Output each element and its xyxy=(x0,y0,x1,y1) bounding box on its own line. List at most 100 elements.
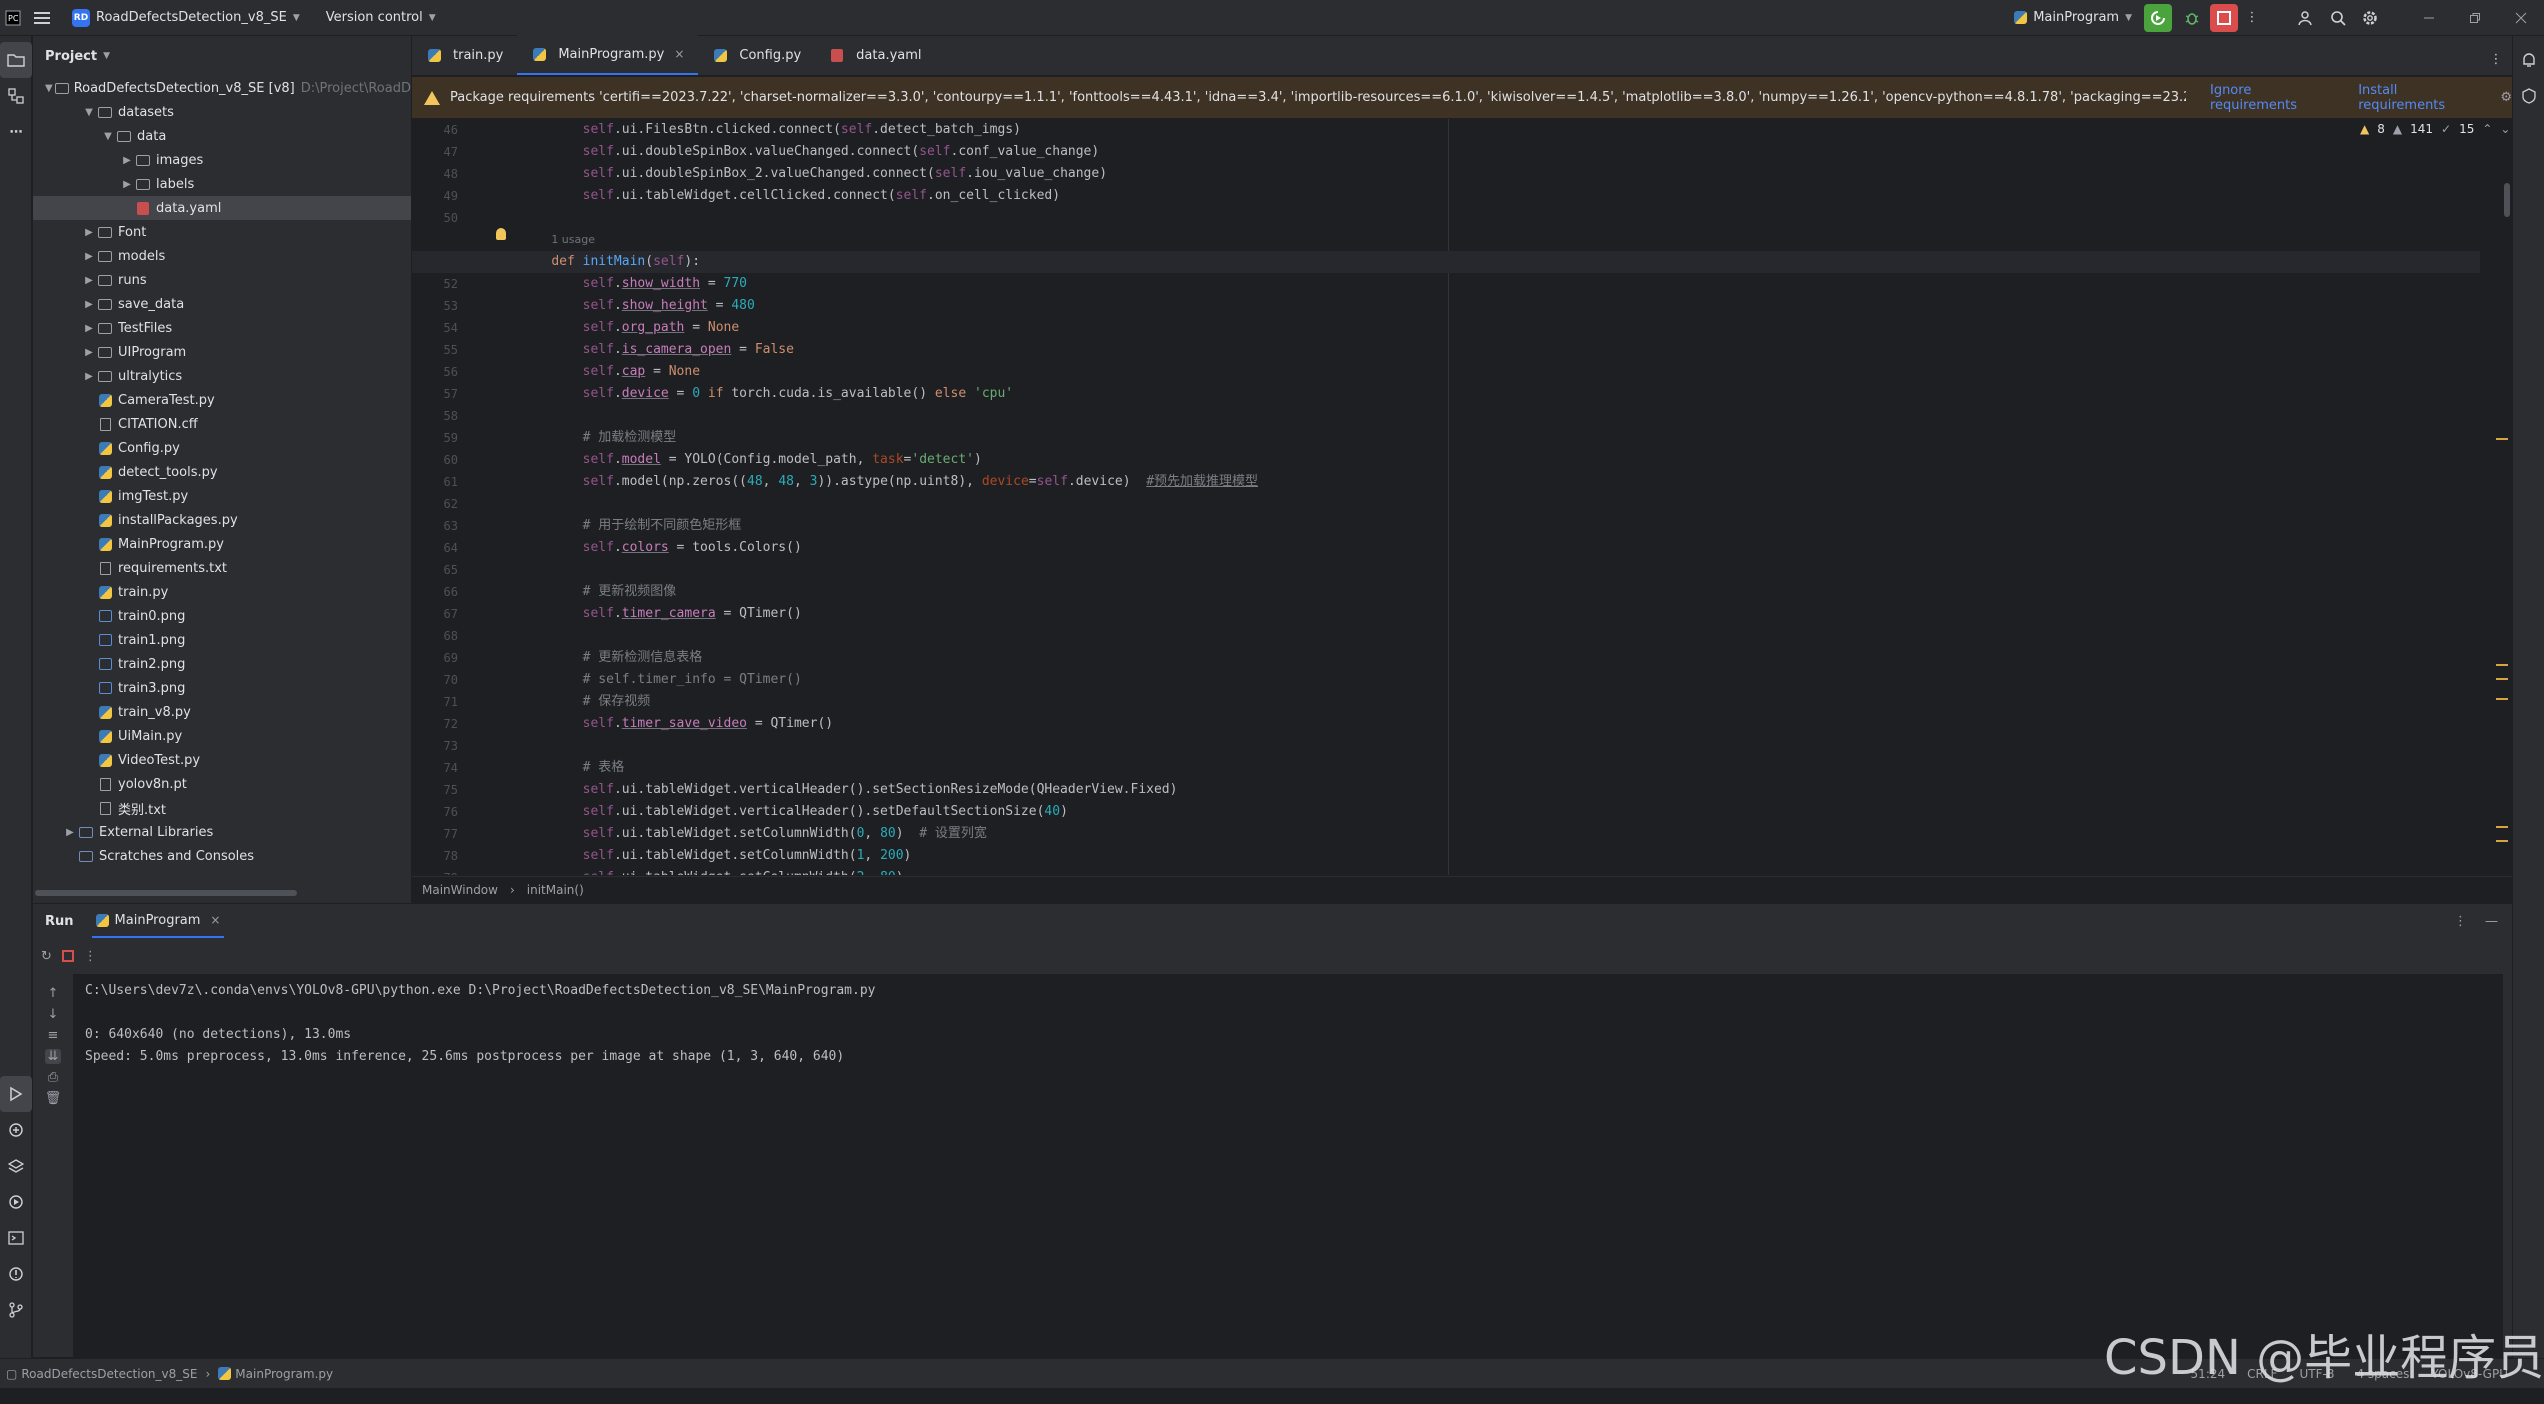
tree-item[interactable]: CITATION.cff xyxy=(33,412,411,436)
rerun-icon[interactable]: ↻ xyxy=(41,949,52,964)
editor-scrollbar[interactable] xyxy=(2504,183,2510,217)
run-config-tab[interactable]: MainProgram × xyxy=(91,904,225,938)
tree-item[interactable]: installPackages.py xyxy=(33,508,411,532)
status-file[interactable]: MainProgram.py xyxy=(235,1367,333,1381)
tree-item[interactable]: train_v8.py xyxy=(33,700,411,724)
run-tool-icon[interactable] xyxy=(0,1076,32,1112)
tree-item[interactable]: MainProgram.py xyxy=(33,532,411,556)
banner-settings-gear-icon[interactable]: ⚙ xyxy=(2500,90,2512,105)
chevron-right-icon[interactable]: ▶ xyxy=(81,227,97,238)
chevron-right-icon[interactable]: ▶ xyxy=(81,251,97,262)
python-packages-icon[interactable] xyxy=(0,1112,32,1148)
inspection-widget[interactable]: ▲ 8 ▲ 141 ✓ 15 ⌃ ⌄ xyxy=(2360,122,2510,136)
tree-item[interactable]: ▶ External Libraries xyxy=(33,820,411,844)
chevron-down-icon[interactable]: ▼ xyxy=(81,107,97,118)
print-icon[interactable]: ⎙ xyxy=(48,1070,58,1085)
install-requirements-link[interactable]: Install requirements xyxy=(2358,83,2480,113)
tree-item[interactable]: train0.png xyxy=(33,604,411,628)
stop-icon[interactable] xyxy=(61,950,74,962)
chevron-right-icon[interactable]: ▶ xyxy=(62,827,78,838)
bulb-icon[interactable] xyxy=(496,228,506,240)
tree-item[interactable]: imgTest.py xyxy=(33,484,411,508)
tree-root[interactable]: ▼ RoadDefectsDetection_v8_SE [v8] D:\Pro… xyxy=(33,76,411,100)
soft-wrap-icon[interactable]: ≡ xyxy=(48,1028,59,1043)
stop-button[interactable] xyxy=(2210,3,2238,32)
git-branch-icon[interactable] xyxy=(0,1292,32,1328)
warning-stripe-mark[interactable] xyxy=(2496,438,2508,440)
tree-item[interactable]: ▼ datasets xyxy=(33,100,411,124)
project-tool-folder-icon[interactable] xyxy=(0,42,32,78)
minimize-panel-icon[interactable]: — xyxy=(2485,914,2498,929)
close-icon[interactable]: × xyxy=(210,913,220,927)
structure-icon[interactable] xyxy=(0,78,32,114)
main-menu-icon[interactable] xyxy=(26,2,58,34)
chevron-down-icon[interactable]: ⌄ xyxy=(2500,122,2510,136)
search-icon[interactable] xyxy=(2322,2,2354,34)
close-window-icon[interactable] xyxy=(2498,2,2544,34)
version-control-menu[interactable]: Version control ▼ xyxy=(326,10,436,25)
horizontal-scrollbar[interactable] xyxy=(35,890,297,896)
chevron-right-icon[interactable]: ▶ xyxy=(119,179,135,190)
clear-all-trash-icon[interactable]: 🗑 xyxy=(45,1091,62,1106)
chevron-right-icon[interactable]: ▶ xyxy=(119,155,135,166)
tree-item[interactable]: data.yaml xyxy=(33,196,411,220)
chevron-right-icon[interactable]: ▶ xyxy=(81,299,97,310)
status-project[interactable]: RoadDefectsDetection_v8_SE xyxy=(21,1367,197,1381)
tree-item[interactable]: ▼ data xyxy=(33,124,411,148)
scroll-up-icon[interactable]: ↑ xyxy=(48,986,59,1001)
ignore-requirements-link[interactable]: Ignore requirements xyxy=(2210,83,2334,113)
tree-item[interactable]: Scratches and Consoles xyxy=(33,844,411,868)
tree-item[interactable]: Config.py xyxy=(33,436,411,460)
chevron-right-icon[interactable]: ▶ xyxy=(81,347,97,358)
warning-stripe-mark[interactable] xyxy=(2496,698,2508,700)
editor-tab[interactable]: MainProgram.py × xyxy=(517,35,699,75)
tree-item[interactable]: ▶ images xyxy=(33,148,411,172)
editor-tab[interactable]: train.py xyxy=(412,35,517,75)
tree-item[interactable]: ▶ labels xyxy=(33,172,411,196)
editor-tab[interactable]: data.yaml xyxy=(815,35,935,75)
services-icon[interactable] xyxy=(0,1184,32,1220)
scroll-down-icon[interactable]: ↓ xyxy=(48,1007,59,1022)
rerun-button[interactable] xyxy=(2144,3,2172,32)
run-options-icon[interactable]: ⋮ xyxy=(2454,914,2467,929)
notifications-bell-icon[interactable] xyxy=(2513,42,2544,78)
tree-item[interactable]: 类别.txt xyxy=(33,796,411,820)
chevron-down-icon[interactable]: ▼ xyxy=(100,131,116,142)
tree-item[interactable]: ▶ save_data xyxy=(33,292,411,316)
problems-icon[interactable] xyxy=(0,1256,32,1292)
close-icon[interactable]: × xyxy=(674,47,684,61)
restore-window-icon[interactable] xyxy=(2452,2,2498,34)
ai-assistant-icon[interactable] xyxy=(2513,78,2544,114)
tree-item[interactable]: ▶ models xyxy=(33,244,411,268)
tree-item[interactable]: UiMain.py xyxy=(33,724,411,748)
tab-options-icon[interactable]: ⋮ xyxy=(2480,43,2512,75)
project-selector[interactable]: RD RoadDefectsDetection_v8_SE ▼ xyxy=(72,8,300,27)
tree-item[interactable]: train1.png xyxy=(33,628,411,652)
tree-item[interactable]: ▶ ultralytics xyxy=(33,364,411,388)
terminal-icon[interactable] xyxy=(0,1220,32,1256)
more-actions-icon[interactable]: ⋮ xyxy=(2238,2,2266,34)
tree-item[interactable]: requirements.txt xyxy=(33,556,411,580)
chevron-right-icon[interactable]: ▶ xyxy=(81,275,97,286)
tree-item[interactable]: VideoTest.py xyxy=(33,748,411,772)
layers-icon[interactable] xyxy=(0,1148,32,1184)
tree-item[interactable]: ▶ TestFiles xyxy=(33,316,411,340)
breadcrumb-method[interactable]: initMain() xyxy=(527,883,584,897)
code-editor[interactable]: 4647484950515253545556575859606162636465… xyxy=(412,119,2512,875)
run-console-output[interactable]: C:\Users\dev7z\.conda\envs\YOLOv8-GPU\py… xyxy=(73,974,2503,1358)
minimize-window-icon[interactable] xyxy=(2406,2,2452,34)
scroll-to-end-icon[interactable]: ⇊ xyxy=(44,1049,62,1064)
tree-item[interactable]: ▶ UIProgram xyxy=(33,340,411,364)
chevron-right-icon[interactable]: ▶ xyxy=(81,323,97,334)
tree-item[interactable]: yolov8n.pt xyxy=(33,772,411,796)
warning-stripe-mark[interactable] xyxy=(2496,840,2508,842)
tree-item[interactable]: train.py xyxy=(33,580,411,604)
tree-item[interactable]: ▶ runs xyxy=(33,268,411,292)
warning-stripe-mark[interactable] xyxy=(2496,826,2508,828)
run-config-selector[interactable]: MainProgram ▼ xyxy=(2014,10,2132,25)
tree-item[interactable]: train2.png xyxy=(33,652,411,676)
editor-tab[interactable]: Config.py xyxy=(698,35,815,75)
more-tools-icon[interactable]: ⋯ xyxy=(0,114,32,150)
tree-item[interactable]: train3.png xyxy=(33,676,411,700)
tree-item[interactable]: ▶ Font xyxy=(33,220,411,244)
